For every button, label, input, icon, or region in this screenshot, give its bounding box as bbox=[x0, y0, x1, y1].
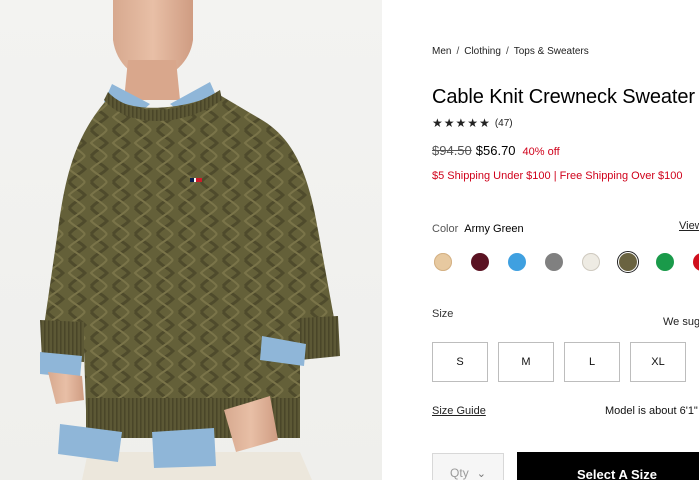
color-label-text: Color bbox=[432, 223, 459, 235]
sale-price: $56.70 bbox=[475, 143, 516, 158]
price-row: $94.50 $56.70 40% off bbox=[432, 143, 560, 158]
star-icon: ★ bbox=[443, 116, 455, 130]
product-page: Men / Clothing / Tops & Sweaters Cable Knit … bbox=[0, 0, 699, 480]
model-info: Model is about 6'1" bbox=[605, 405, 698, 417]
swatch-dot bbox=[582, 253, 600, 271]
breadcrumb: Men / Clothing / Tops & Sweaters bbox=[432, 46, 589, 57]
chevron-down-icon: ⌄ bbox=[476, 467, 486, 480]
swatch-army-green[interactable] bbox=[617, 251, 639, 273]
size-options: S M L XL bbox=[432, 342, 699, 382]
rating-stars: ★ ★ ★ ★ ★ bbox=[432, 117, 490, 129]
breadcrumb-men[interactable]: Men bbox=[432, 46, 451, 57]
selected-color-name: Army Green bbox=[464, 223, 524, 235]
swatch-red[interactable] bbox=[691, 251, 699, 273]
size-suggestion: We sug bbox=[663, 316, 699, 328]
size-button-s[interactable]: S bbox=[432, 342, 488, 382]
product-photo-illustration bbox=[40, 0, 340, 480]
review-count[interactable]: (47) bbox=[495, 118, 513, 129]
select-size-button[interactable]: Select A Size bbox=[517, 452, 699, 480]
size-guide-link[interactable]: Size Guide bbox=[432, 405, 486, 417]
swatch-dot bbox=[508, 253, 526, 271]
breadcrumb-separator: / bbox=[456, 46, 460, 57]
product-details: Men / Clothing / Tops & Sweaters Cable Knit … bbox=[432, 0, 699, 480]
swatch-dot bbox=[545, 253, 563, 271]
product-image[interactable] bbox=[0, 0, 382, 480]
size-button-l[interactable]: L bbox=[564, 342, 620, 382]
quantity-select[interactable]: Qty ⌄ bbox=[432, 453, 504, 480]
swatch-green[interactable] bbox=[654, 251, 676, 273]
swatch-dot bbox=[619, 253, 637, 271]
discount-badge: 40% off bbox=[522, 146, 560, 158]
swatch-dot bbox=[656, 253, 674, 271]
swatch-grey[interactable] bbox=[543, 251, 565, 273]
breadcrumb-tops-sweaters[interactable]: Tops & Sweaters bbox=[514, 46, 589, 57]
swatch-ivory[interactable] bbox=[580, 251, 602, 273]
star-icon: ★ bbox=[455, 116, 467, 130]
size-button-m[interactable]: M bbox=[498, 342, 554, 382]
size-button-xl[interactable]: XL bbox=[630, 342, 686, 382]
swatch-blue[interactable] bbox=[506, 251, 528, 273]
star-icon: ★ bbox=[467, 116, 479, 130]
size-label: Size bbox=[432, 308, 454, 320]
color-label: Color Army Green bbox=[432, 223, 524, 235]
color-swatches bbox=[432, 251, 699, 275]
swatch-dot bbox=[693, 253, 699, 271]
breadcrumb-separator: / bbox=[505, 46, 509, 57]
star-icon: ★ bbox=[479, 116, 490, 130]
view-link[interactable]: View bbox=[679, 220, 699, 232]
swatch-dot bbox=[471, 253, 489, 271]
original-price: $94.50 bbox=[432, 143, 472, 158]
product-rating[interactable]: ★ ★ ★ ★ ★ (47) bbox=[432, 117, 513, 129]
product-title: Cable Knit Crewneck Sweater bbox=[432, 86, 695, 108]
swatch-dot bbox=[434, 253, 452, 271]
breadcrumb-clothing[interactable]: Clothing bbox=[464, 46, 501, 57]
swatch-tan[interactable] bbox=[432, 251, 454, 273]
star-icon: ★ bbox=[432, 116, 443, 130]
quantity-placeholder: Qty bbox=[450, 466, 469, 480]
shipping-note: $5 Shipping Under $100 | Free Shipping O… bbox=[432, 170, 683, 182]
swatch-burgundy[interactable] bbox=[469, 251, 491, 273]
